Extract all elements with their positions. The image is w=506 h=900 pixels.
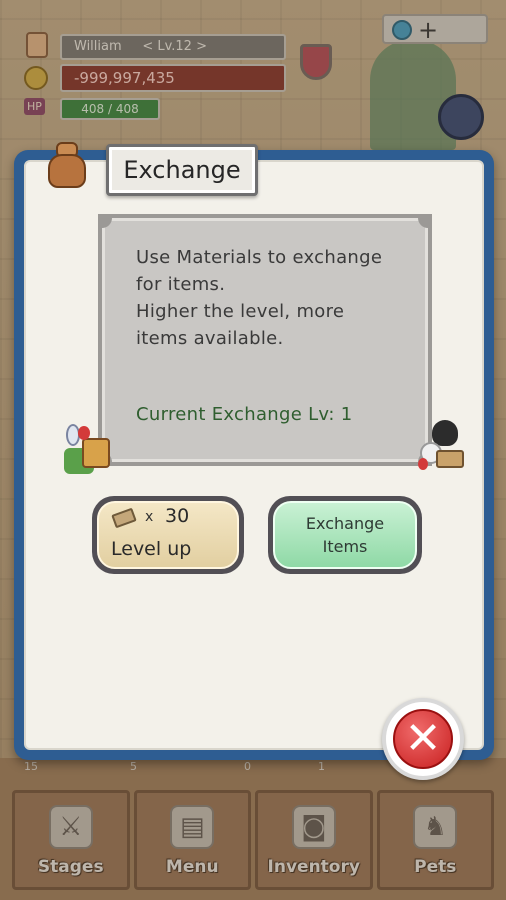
info-line: items available. [136, 328, 284, 349]
potion-merchant-icon [60, 418, 118, 478]
exchange-items-button[interactable]: Exchange Items [268, 496, 422, 574]
scroll-merchant-icon [412, 418, 470, 478]
info-description: Use Materials to exchange for items. Hig… [136, 244, 416, 352]
bag-icon [42, 140, 90, 192]
exchange-label-line1: Exchange [305, 514, 385, 533]
close-button[interactable]: ✕ [382, 698, 464, 780]
level-up-button[interactable]: x 30 Level up [92, 496, 244, 574]
cost-multiplier: x [145, 509, 154, 525]
info-line: Use Materials to exchange [136, 247, 383, 268]
current-exchange-level: Current Exchange Lv: 1 [136, 404, 353, 425]
info-line: for items. [136, 274, 226, 295]
info-panel: Use Materials to exchange for items. Hig… [98, 214, 432, 466]
level-up-label: Level up [111, 538, 192, 560]
cost-value: 30 [165, 505, 190, 527]
exchange-dialog: Exchange Use Materials to exchange for i… [14, 142, 494, 780]
info-line: Higher the level, more [136, 301, 345, 322]
close-icon: ✕ [404, 713, 442, 764]
dialog-title: Exchange [106, 144, 258, 196]
material-scroll-icon [111, 507, 137, 529]
exchange-label-line2: Items [322, 537, 368, 556]
dialog-body: Exchange Use Materials to exchange for i… [24, 142, 484, 780]
